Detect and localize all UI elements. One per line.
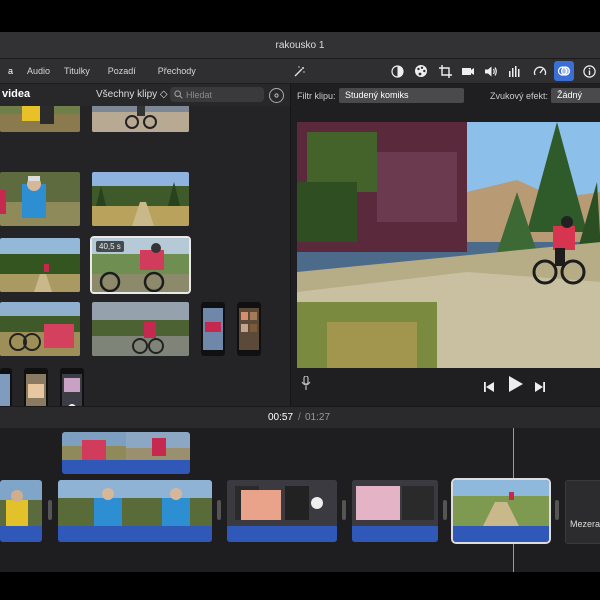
- skip-forward-icon[interactable]: [535, 379, 545, 397]
- media-thumbnail-phone[interactable]: [24, 368, 48, 406]
- crop-icon[interactable]: [438, 64, 452, 78]
- timeline-clip[interactable]: [352, 480, 438, 542]
- media-thumbnail[interactable]: [0, 302, 80, 356]
- media-thumbnail-selected[interactable]: 40,5 s: [90, 236, 191, 294]
- media-thumbnail[interactable]: [92, 172, 189, 226]
- search-icon: [174, 90, 183, 99]
- volume-icon[interactable]: [484, 64, 498, 78]
- tab-titles[interactable]: Titulky: [64, 66, 90, 76]
- library-header: videa Všechny klipy ◇ Hledat: [0, 84, 290, 106]
- timeline-clip[interactable]: [0, 480, 42, 542]
- audio-effect-dropdown[interactable]: Žádný: [551, 88, 600, 103]
- playback-controls: [291, 370, 600, 400]
- timecode-bar: 00:57 / 01:27: [0, 406, 600, 430]
- audio-effect-label: Zvukový efekt:: [490, 91, 549, 101]
- timeline: Mezera: [0, 428, 600, 572]
- video-preview: [297, 122, 600, 368]
- library-title: videa: [2, 88, 31, 100]
- media-thumbnail[interactable]: [0, 238, 80, 292]
- window-title: rakousko 1: [275, 39, 325, 51]
- media-browser: 40,5 s: [0, 106, 290, 406]
- clip-filter-label: Filtr klipu:: [297, 91, 336, 101]
- magic-wand-icon[interactable]: [292, 64, 306, 78]
- media-thumbnail[interactable]: [92, 106, 189, 132]
- camera-icon[interactable]: [461, 64, 475, 78]
- clip-filter-select[interactable]: Všechny klipy ◇: [96, 89, 168, 100]
- clip-trim-handle[interactable]: [48, 500, 52, 520]
- browser-tabs: a Audio Titulky Pozadí Přechody: [0, 59, 196, 83]
- adjustment-toolbar: [290, 59, 600, 83]
- filter-icon[interactable]: [554, 61, 574, 81]
- color-palette-icon[interactable]: [414, 64, 428, 78]
- media-thumbnail-phone[interactable]: [60, 368, 84, 406]
- tab-audio[interactable]: Audio: [27, 66, 50, 76]
- gap-label: Mezera: [570, 519, 600, 529]
- time-separator: /: [298, 412, 301, 423]
- media-thumbnail-phone[interactable]: [201, 302, 225, 356]
- color-balance-icon[interactable]: [390, 64, 404, 78]
- media-thumbnail-phone[interactable]: [237, 302, 261, 356]
- media-thumbnail[interactable]: [0, 172, 80, 226]
- current-time: 00:57: [268, 412, 294, 423]
- imovie-window: rakousko 1 a Audio Titulky Pozadí Přecho…: [0, 32, 600, 572]
- media-thumbnail[interactable]: [92, 302, 189, 356]
- tab-backgrounds[interactable]: Pozadí: [108, 66, 136, 76]
- clip-trim-handle[interactable]: [342, 500, 346, 520]
- total-time: 01:27: [305, 412, 331, 423]
- search-field[interactable]: Hledat: [170, 87, 264, 102]
- clip-trim-handle[interactable]: [443, 500, 447, 520]
- timeline-clip[interactable]: [58, 480, 212, 542]
- tab-media[interactable]: a: [8, 66, 13, 76]
- timeline-clip-selected[interactable]: [451, 478, 551, 544]
- title-bar: rakousko 1: [0, 32, 600, 59]
- equalizer-icon[interactable]: [508, 64, 522, 78]
- skip-back-icon[interactable]: [484, 379, 494, 397]
- gear-icon[interactable]: [269, 88, 284, 103]
- speedometer-icon[interactable]: [533, 64, 547, 78]
- viewer-panel: Filtr klipu: Studený komiks Zvukový efek…: [290, 84, 600, 406]
- clip-trim-handle[interactable]: [555, 500, 559, 520]
- top-toolbar: a Audio Titulky Pozadí Přechody: [0, 59, 600, 84]
- gap-clip[interactable]: Mezera: [565, 480, 600, 544]
- tab-transitions[interactable]: Přechody: [158, 66, 196, 76]
- filter-bar: Filtr klipu: Studený komiks Zvukový efek…: [291, 84, 600, 108]
- microphone-icon[interactable]: [301, 375, 311, 395]
- clip-filter-dropdown[interactable]: Studený komiks: [339, 88, 464, 103]
- search-input[interactable]: Hledat: [186, 90, 212, 100]
- overlay-clip[interactable]: [62, 432, 190, 474]
- play-icon[interactable]: [509, 376, 523, 397]
- media-thumbnail[interactable]: [0, 106, 80, 132]
- clip-trim-handle[interactable]: [217, 500, 221, 520]
- timeline-clip[interactable]: [227, 480, 337, 542]
- info-icon[interactable]: [582, 64, 596, 78]
- media-thumbnail-phone[interactable]: [0, 368, 12, 406]
- clip-duration-badge: 40,5 s: [96, 241, 124, 252]
